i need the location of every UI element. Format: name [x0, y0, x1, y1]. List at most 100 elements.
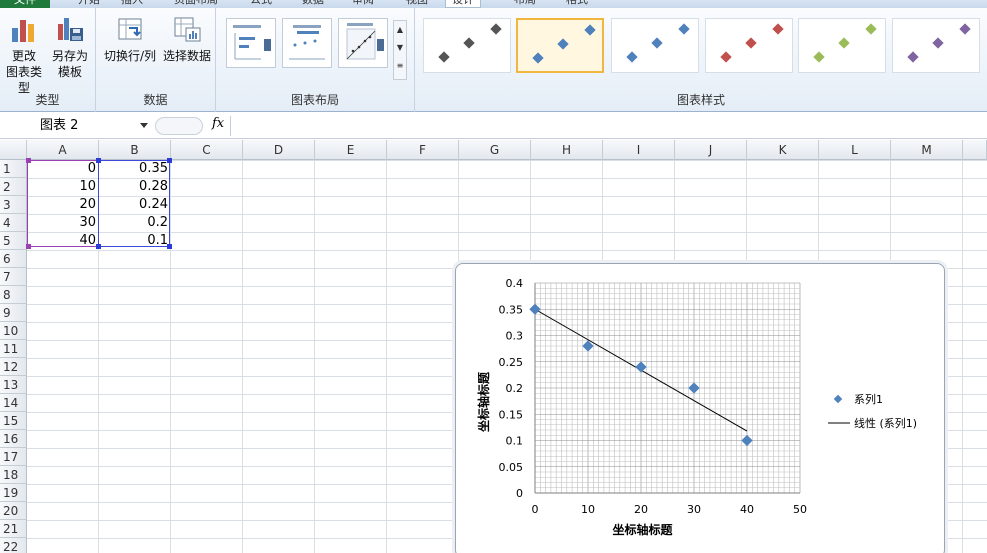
column-header-c[interactable]: C — [171, 140, 243, 160]
row-header-15[interactable]: 15 — [0, 412, 27, 430]
row-header-9[interactable]: 9 — [0, 304, 27, 322]
layout-2-icon — [289, 25, 325, 60]
layout-1-icon — [233, 25, 271, 60]
row-header-22[interactable]: 22 — [0, 538, 27, 553]
tab-review[interactable]: 审阅 — [346, 0, 380, 8]
group-chart-layout-label: 图表布局 — [290, 93, 339, 107]
change-chart-type-button[interactable]: 更改 图表类型 — [2, 14, 46, 96]
column-header-j[interactable]: J — [675, 140, 747, 160]
x-range-handle[interactable] — [26, 158, 31, 163]
row-header-16[interactable]: 16 — [0, 430, 27, 448]
row-header-6[interactable]: 6 — [0, 250, 27, 268]
scatter-chart[interactable]: 0 0.05 0.1 0.15 0.2 0.25 0.3 0.35 0.4 0 10 20 30 40 50… — [455, 263, 945, 553]
group-chart-styles-label: 图表样式 — [676, 93, 725, 107]
column-header-b[interactable]: B — [99, 140, 171, 160]
y-tick-label: 0.35 — [499, 303, 524, 316]
name-box-value: 图表 2 — [40, 118, 79, 133]
column-header-i[interactable]: I — [603, 140, 675, 160]
layout-gallery-scroll[interactable]: ▲ ▼ ≡ — [393, 20, 407, 80]
formula-bar-resize-handle[interactable] — [155, 117, 203, 135]
column-header-overflow[interactable] — [963, 140, 987, 160]
row-header-18[interactable]: 18 — [0, 466, 27, 484]
chart-style-5[interactable] — [798, 18, 886, 73]
tab-insert[interactable]: 插入 — [115, 0, 149, 8]
column-header-k[interactable]: K — [747, 140, 819, 160]
name-box[interactable]: 图表 2 — [4, 117, 152, 135]
row-header-5[interactable]: 5 — [0, 232, 27, 250]
column-gridline — [962, 160, 963, 553]
y-range-handle[interactable] — [96, 158, 101, 163]
column-header-d[interactable]: D — [243, 140, 315, 160]
chart-style-1[interactable] — [423, 18, 511, 73]
y-range-handle[interactable] — [167, 158, 172, 163]
tab-format[interactable]: 格式 — [560, 0, 594, 8]
column-header-l[interactable]: L — [819, 140, 891, 160]
row-header-1[interactable]: 1 — [0, 160, 27, 178]
tab-file[interactable]: 文件 — [0, 0, 50, 8]
y-range-handle[interactable] — [96, 244, 101, 249]
group-type-label: 类型 — [35, 93, 60, 107]
column-header-a[interactable]: A — [27, 140, 99, 160]
select-data-button[interactable]: 选择数据 — [160, 14, 214, 64]
switch-row-column-icon — [118, 18, 142, 40]
group-chart-styles: 图表样式 — [415, 8, 987, 112]
tab-home[interactable]: 开始 — [72, 0, 106, 8]
select-all-corner[interactable] — [0, 140, 27, 160]
chart-style-preview-icon — [907, 23, 971, 63]
row-header-2[interactable]: 2 — [0, 178, 27, 196]
excel-window: 文件 开始 插入 页面布局 公式 数据 审阅 视图 设计 布局 格式 更改 图表… — [0, 0, 987, 553]
row-header-10[interactable]: 10 — [0, 322, 27, 340]
switch-row-column-button[interactable]: 切换行/列 — [100, 14, 160, 64]
x-range-highlight — [27, 160, 99, 247]
change-chart-type-line1: 更改 — [11, 49, 36, 63]
select-data-label: 选择数据 — [162, 49, 211, 63]
chart-style-preview-icon — [626, 23, 690, 63]
column-header-g[interactable]: G — [459, 140, 531, 160]
column-header-f[interactable]: F — [387, 140, 459, 160]
row-header-20[interactable]: 20 — [0, 502, 27, 520]
tab-design[interactable]: 设计 — [445, 0, 481, 8]
chart-layout-1[interactable] — [226, 18, 276, 68]
chart-canvas: 0 0.05 0.1 0.15 0.2 0.25 0.3 0.35 0.4 0 10 20 30 40 50… — [476, 277, 917, 537]
chart-style-6[interactable] — [892, 18, 980, 73]
name-box-dropdown-icon[interactable] — [140, 123, 148, 128]
x-axis-title: 坐标轴标题 — [612, 522, 673, 537]
row-header-4[interactable]: 4 — [0, 214, 27, 232]
x-range-handle[interactable] — [26, 244, 31, 249]
tab-view[interactable]: 视图 — [400, 0, 434, 8]
tab-formulas[interactable]: 公式 — [244, 0, 278, 8]
formula-input[interactable] — [230, 116, 985, 136]
y-tick-label: 0.25 — [499, 356, 524, 369]
row-header-11[interactable]: 11 — [0, 340, 27, 358]
row-header-3[interactable]: 3 — [0, 196, 27, 214]
row-header-8[interactable]: 8 — [0, 286, 27, 304]
row-header-19[interactable]: 19 — [0, 484, 27, 502]
layout-3-icon — [346, 23, 384, 60]
chart-style-4[interactable] — [705, 18, 793, 73]
row-header-14[interactable]: 14 — [0, 394, 27, 412]
chart-style-3[interactable] — [611, 18, 699, 73]
chart-layout-3[interactable] — [338, 18, 388, 68]
chart-layout-2[interactable] — [282, 18, 332, 68]
group-data-label: 数据 — [143, 93, 168, 107]
tab-page-layout[interactable]: 页面布局 — [168, 0, 224, 8]
column-header-h[interactable]: H — [531, 140, 603, 160]
column-header-m[interactable]: M — [891, 140, 963, 160]
insert-function-icon[interactable]: fx — [212, 116, 224, 131]
row-header-21[interactable]: 21 — [0, 520, 27, 538]
data-point — [688, 382, 700, 394]
x-tick-label: 0 — [532, 503, 539, 516]
y-range-handle[interactable] — [167, 244, 172, 249]
column-header-e[interactable]: E — [315, 140, 387, 160]
row-header-17[interactable]: 17 — [0, 448, 27, 466]
y-tick-label: 0.15 — [499, 408, 524, 421]
row-header-12[interactable]: 12 — [0, 358, 27, 376]
tab-data[interactable]: 数据 — [296, 0, 330, 8]
tab-layout[interactable]: 布局 — [508, 0, 542, 8]
save-as-template-button[interactable]: 另存为 模板 — [48, 14, 92, 80]
row-header-13[interactable]: 13 — [0, 376, 27, 394]
ribbon: 更改 图表类型 另存为 模板 类型 切换行/列 选择数据 数据 ▲ ▼ ≡ 图表… — [0, 8, 987, 112]
row-header-7[interactable]: 7 — [0, 268, 27, 286]
group-data: 切换行/列 选择数据 数据 — [96, 8, 216, 112]
chart-style-2[interactable] — [516, 18, 604, 73]
